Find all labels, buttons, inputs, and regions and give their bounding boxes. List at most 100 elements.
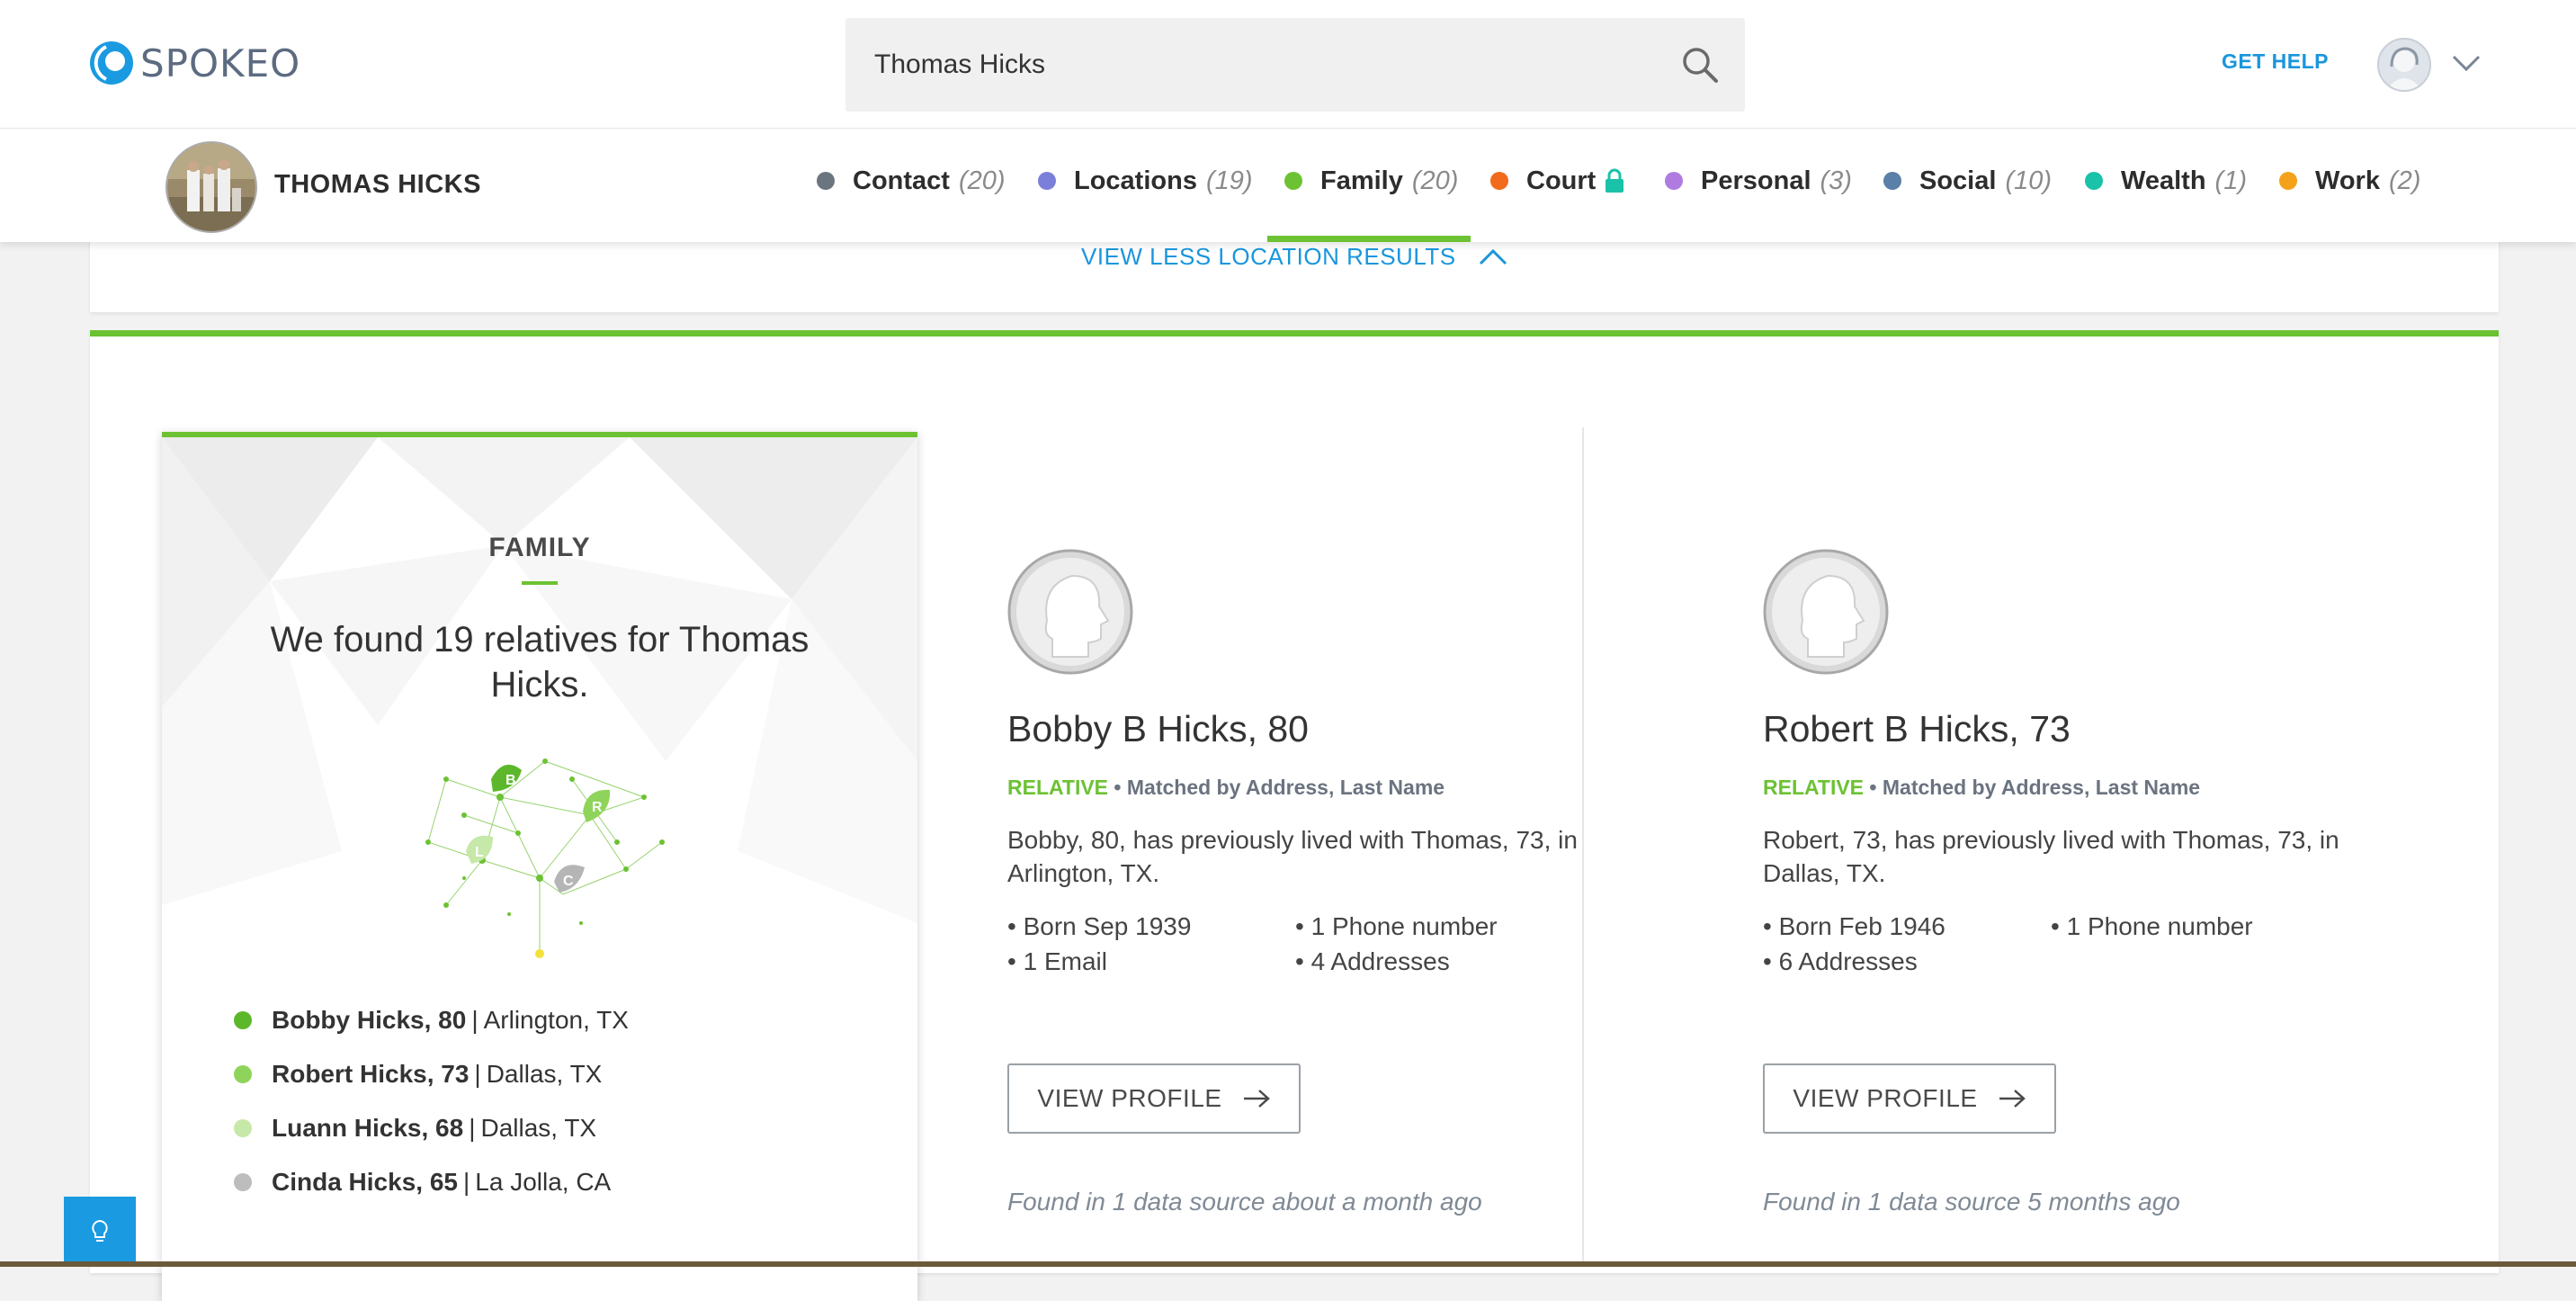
tab-count: (1) xyxy=(2214,166,2247,195)
tab-count: (2) xyxy=(2388,166,2421,195)
relative-dot-icon xyxy=(234,1119,252,1137)
family-photo-image xyxy=(167,143,255,231)
fact-text: 4 Addresses xyxy=(1310,947,1450,975)
family-summary-card: FAMILY We found 19 relatives for Thomas … xyxy=(162,432,917,1301)
arrow-right-icon xyxy=(1999,1090,2026,1108)
court-dot-icon xyxy=(1490,172,1508,190)
profile-photo xyxy=(165,141,257,233)
title-underline xyxy=(522,581,558,585)
tab-work[interactable]: Work (2) xyxy=(2279,163,2420,199)
match-reason: Matched by Address, Last Name xyxy=(1126,776,1445,799)
relative-description: Bobby, 80, has previously lived with Tho… xyxy=(1007,826,1578,887)
separator: | xyxy=(474,1060,481,1088)
logo-text: SPOKEO xyxy=(140,40,301,85)
search-input[interactable]: Thomas Hicks xyxy=(845,18,1745,112)
list-item[interactable]: Bobby Hicks, 80 | Arlington, TX xyxy=(234,993,629,1047)
spokeo-logo[interactable]: SPOKEO xyxy=(88,40,300,86)
list-item[interactable]: Cinda Hicks, 65 | La Jolla, CA xyxy=(234,1155,629,1209)
family-tree-icon: B R L C xyxy=(425,758,665,958)
relative-name: Bobby Hicks, 80 xyxy=(272,1006,467,1034)
source-info: Found in 1 data source about a month ago xyxy=(1007,1188,1482,1216)
button-label: VIEW PROFILE xyxy=(1037,1084,1222,1112)
tab-personal[interactable]: Personal (3) xyxy=(1665,163,1852,199)
button-label: VIEW PROFILE xyxy=(1793,1084,1978,1112)
fact-text: 1 Email xyxy=(1023,947,1107,975)
search-value[interactable]: Thomas Hicks xyxy=(874,49,1045,80)
relative-location: Dallas, TX xyxy=(486,1060,603,1088)
relative-facts: • Born Sep 1939 • 1 Phone number • 1 Ema… xyxy=(1007,910,1655,978)
get-help-link[interactable]: GET HELP xyxy=(2222,49,2329,74)
tab-label: Locations xyxy=(1074,166,1197,195)
tips-button[interactable] xyxy=(64,1197,136,1267)
fact-text: Born Sep 1939 xyxy=(1023,912,1192,940)
tab-label: Wealth xyxy=(2121,166,2206,195)
tab-court[interactable]: Court xyxy=(1490,163,1624,199)
tab-label: Family xyxy=(1320,166,1403,195)
relative-location: La Jolla, CA xyxy=(475,1168,612,1196)
view-profile-button[interactable]: VIEW PROFILE xyxy=(1007,1063,1301,1134)
fact-item: • 4 Addresses xyxy=(1295,947,1450,975)
relative-location: Arlington, TX xyxy=(483,1006,629,1034)
fact-item: • 1 Phone number xyxy=(2051,912,2253,940)
arrow-right-icon xyxy=(1243,1090,1270,1108)
top-header: SPOKEO Thomas Hicks GET HELP xyxy=(0,0,2576,129)
tab-contact[interactable]: Contact (20) xyxy=(817,163,1006,199)
personal-dot-icon xyxy=(1665,172,1683,190)
fact-text: Born Feb 1946 xyxy=(1778,912,1945,940)
view-profile-button[interactable]: VIEW PROFILE xyxy=(1763,1063,2056,1134)
relative-name: Cinda Hicks, 65 xyxy=(272,1168,458,1196)
tab-locations[interactable]: Locations (19) xyxy=(1038,163,1253,199)
list-item[interactable]: Luann Hicks, 68 | Dallas, TX xyxy=(234,1101,629,1155)
separator: | xyxy=(471,1006,479,1034)
family-card-title: FAMILY xyxy=(488,533,591,562)
work-dot-icon xyxy=(2279,172,2297,190)
match-reason: Matched by Address, Last Name xyxy=(1882,776,2201,799)
fact-item: • Born Feb 1946 xyxy=(1763,912,1945,940)
match-info: RELATIVE • Matched by Address, Last Name xyxy=(1763,776,2411,800)
fact-text: 1 Phone number xyxy=(2066,912,2253,940)
account-chevron-down-icon[interactable] xyxy=(2451,52,2482,74)
family-dot-icon xyxy=(1284,172,1302,190)
chevron-up-icon xyxy=(1479,248,1507,265)
relative-name: Robert Hicks, 73 xyxy=(272,1060,470,1088)
separator: | xyxy=(469,1114,476,1142)
relatives-list: Bobby Hicks, 80 | Arlington, TX Robert H… xyxy=(234,993,629,1209)
tab-count: (3) xyxy=(1820,166,1852,195)
separator: | xyxy=(462,1168,470,1196)
relative-dot-icon xyxy=(234,1065,252,1083)
relative-tag: RELATIVE xyxy=(1763,776,1865,799)
relatives-summary: We found 19 relatives for Thomas Hicks. xyxy=(270,620,809,704)
spokeo-logo-icon xyxy=(90,41,133,85)
page-bottom-edge xyxy=(0,1261,2576,1267)
view-less-locations-link[interactable]: VIEW LESS LOCATION RESULTS xyxy=(1081,243,1508,271)
profile-name: THOMAS HICKS xyxy=(274,170,481,199)
lightbulb-icon xyxy=(92,1219,108,1242)
fact-text: 6 Addresses xyxy=(1778,947,1918,975)
wealth-dot-icon xyxy=(2085,172,2103,190)
tab-wealth[interactable]: Wealth (1) xyxy=(2085,163,2247,199)
locations-dot-icon xyxy=(1038,172,1056,190)
tab-label: Personal xyxy=(1701,166,1811,195)
tab-family[interactable]: Family (20) xyxy=(1284,163,1458,199)
profile-nav-bar: THOMAS HICKS Contact (20) Locations (19)… xyxy=(0,129,2576,242)
view-less-label: VIEW LESS LOCATION RESULTS xyxy=(1081,243,1456,270)
relative-name[interactable]: Bobby B Hicks, 80 xyxy=(1007,708,1655,750)
lock-icon xyxy=(1606,168,1624,193)
tab-count: (20) xyxy=(958,166,1006,195)
relative-dot-icon xyxy=(234,1011,252,1029)
relative-name[interactable]: Robert B Hicks, 73 xyxy=(1763,708,2411,750)
person-silhouette-icon xyxy=(1007,549,1133,675)
tree-letter: C xyxy=(563,874,574,889)
list-item[interactable]: Robert Hicks, 73 | Dallas, TX xyxy=(234,1047,629,1101)
relative-name: Luann Hicks, 68 xyxy=(272,1114,464,1142)
tab-count: (19) xyxy=(1205,166,1253,195)
tab-social[interactable]: Social (10) xyxy=(1883,163,2052,199)
tab-count: (10) xyxy=(2005,166,2053,195)
person-silhouette-icon xyxy=(1763,549,1889,675)
account-avatar[interactable] xyxy=(2377,38,2431,92)
contact-dot-icon xyxy=(817,172,835,190)
relative-dot-icon xyxy=(234,1173,252,1191)
search-icon[interactable] xyxy=(1680,45,1720,85)
tree-letter: L xyxy=(475,845,484,860)
fact-item: • 6 Addresses xyxy=(1763,947,1918,975)
